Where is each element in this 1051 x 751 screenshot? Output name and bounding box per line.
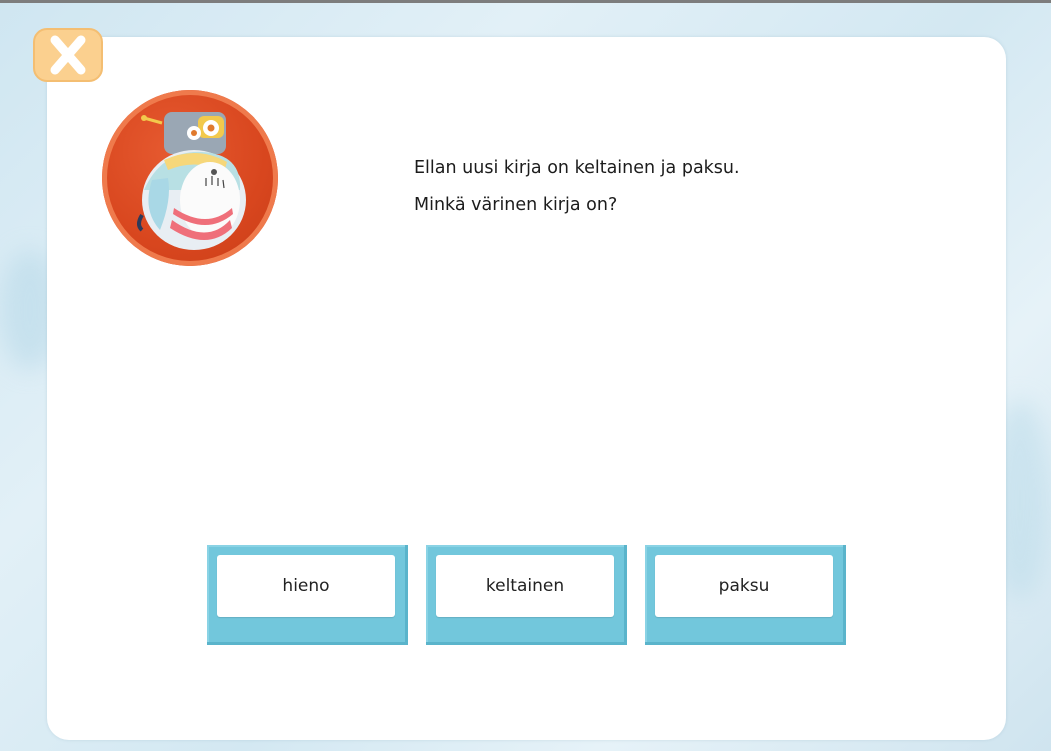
answer-button-hieno[interactable]: hieno: [207, 545, 408, 645]
question-line-1: Ellan uusi kirja on keltainen ja paksu.: [414, 158, 740, 178]
close-icon: [50, 35, 86, 75]
question-text: Ellan uusi kirja on keltainen ja paksu. …: [414, 150, 740, 224]
close-button[interactable]: [33, 28, 103, 82]
answer-label: paksu: [655, 555, 833, 617]
answer-label: keltainen: [436, 555, 614, 617]
answer-button-paksu[interactable]: paksu: [645, 545, 846, 645]
top-border: [0, 0, 1051, 3]
question-line-2: Minkä värinen kirja on?: [414, 195, 618, 215]
answer-label: hieno: [217, 555, 395, 617]
answer-button-keltainen[interactable]: keltainen: [426, 545, 627, 645]
robot-avatar-icon: [102, 90, 278, 266]
